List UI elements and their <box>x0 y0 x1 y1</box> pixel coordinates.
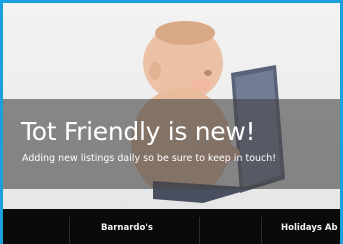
nav-divider <box>69 217 70 244</box>
slider-frame: Tot Friendly is new! Adding new listings… <box>0 0 343 244</box>
hero-subline: Adding new listings daily so be sure to … <box>22 153 277 164</box>
nav-divider <box>199 217 200 244</box>
nav-item-barnardos[interactable]: Barnardo's <box>101 209 153 244</box>
carousel-nav: Barnardo's Holidays Ab <box>3 209 340 244</box>
nav-item-holidays[interactable]: Holidays Ab <box>281 209 338 244</box>
hero-headline: Tot Friendly is new! <box>21 117 256 146</box>
nav-divider <box>261 217 262 244</box>
